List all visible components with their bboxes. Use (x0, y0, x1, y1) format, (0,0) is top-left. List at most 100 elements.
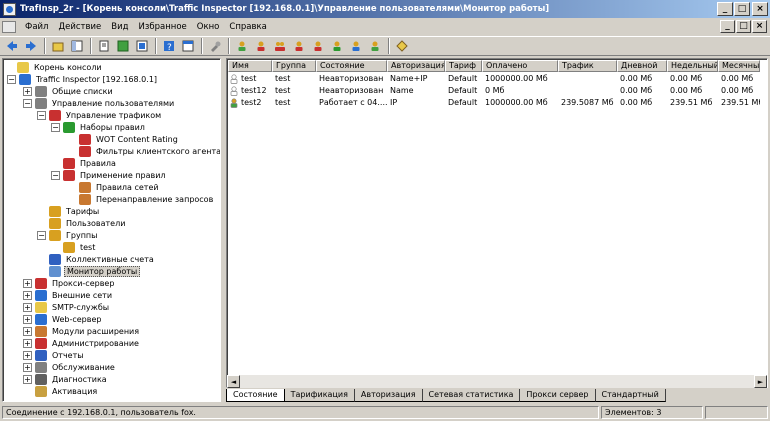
tools-icon[interactable] (206, 38, 223, 54)
collapse-icon[interactable]: − (51, 122, 60, 132)
tab-item[interactable]: Состояние (226, 389, 285, 402)
tab-item[interactable]: Прокси сервер (520, 389, 596, 402)
tree-item[interactable]: Правила (63, 157, 118, 169)
tree-item[interactable]: Правила сетей (79, 181, 161, 193)
menu-file[interactable]: Файл (20, 22, 53, 32)
column-header[interactable]: Авторизация (387, 60, 445, 72)
tree-item[interactable]: Пользователи (49, 217, 127, 229)
menu-view[interactable]: Вид (106, 22, 133, 32)
user-remove-icon[interactable] (309, 38, 326, 54)
scroll-right-icon[interactable]: ► (754, 375, 767, 388)
up-folder-icon[interactable] (49, 38, 66, 54)
close-button[interactable]: × (752, 2, 768, 16)
expand-icon[interactable]: + (23, 326, 32, 336)
user-stats-icon[interactable] (366, 38, 383, 54)
table-row[interactable]: test12 test Неавторизован Name Default 0 Мб 0.… (228, 85, 760, 97)
column-header[interactable]: Трафик (558, 60, 617, 72)
expand-icon[interactable]: + (23, 338, 32, 348)
expand-icon[interactable]: + (23, 86, 32, 96)
tree-item[interactable]: − Управление трафиком (37, 109, 163, 121)
tree-item[interactable]: + Обслуживание (23, 361, 117, 373)
tree-item[interactable]: + Администрирование (23, 337, 141, 349)
mdi-close-button[interactable]: × (752, 20, 767, 33)
expand-icon[interactable]: + (23, 362, 32, 372)
mdi-restore-button[interactable]: □ (736, 20, 751, 33)
horizontal-scrollbar[interactable]: ◄ ► (227, 375, 767, 388)
collapse-icon[interactable]: − (7, 74, 16, 84)
menu-favorites[interactable]: Избранное (134, 22, 192, 32)
tree-item[interactable]: + Внешние сети (23, 289, 114, 301)
tab-item[interactable]: Авторизация (354, 389, 423, 402)
user-key-icon[interactable] (328, 38, 345, 54)
document-icon[interactable] (2, 21, 16, 33)
menu-action[interactable]: Действие (53, 22, 106, 32)
scroll-left-icon[interactable]: ◄ (227, 375, 240, 388)
expand-icon[interactable]: + (23, 302, 32, 312)
tree-item[interactable]: − Применение правил (51, 169, 168, 181)
column-header[interactable]: Группа (272, 60, 316, 72)
properties-icon[interactable] (95, 38, 112, 54)
expand-icon[interactable]: + (23, 278, 32, 288)
tree-item[interactable]: Монитор работы (49, 265, 141, 277)
export-list-icon[interactable] (133, 38, 150, 54)
back-arrow-icon[interactable] (3, 38, 20, 54)
tree-item[interactable]: + Общие списки (23, 85, 115, 97)
collapse-icon[interactable]: − (37, 110, 46, 120)
tree-item[interactable]: − Управление пользователями (23, 97, 176, 109)
column-header[interactable]: Тариф (445, 60, 482, 72)
user-monitor-icon[interactable] (347, 38, 364, 54)
help-icon[interactable]: ? (160, 38, 177, 54)
tab-item[interactable]: Сетевая статистика (422, 389, 521, 402)
console-tree-icon[interactable] (68, 38, 85, 54)
menu-window[interactable]: Окно (192, 22, 225, 32)
refresh-icon[interactable] (114, 38, 131, 54)
table-row[interactable]: test2 test Работает с 04.... IP Default 10000… (228, 97, 760, 109)
tree-item[interactable]: + Web-сервер (23, 313, 103, 325)
tab-item[interactable]: Тарификация (284, 389, 355, 402)
user-edit-icon[interactable] (252, 38, 269, 54)
table-row[interactable]: test test Неавторизован Name+IP Default 10000… (228, 73, 760, 85)
tree-item[interactable]: Корень консоли (17, 61, 104, 73)
tree-item[interactable]: + Отчеты (23, 349, 86, 361)
expand-icon[interactable]: + (23, 374, 32, 384)
tree-item[interactable]: + Диагностика (23, 373, 109, 385)
tree-item[interactable]: + SMTP-службы (23, 301, 111, 313)
tree-item-label: Пользователи (66, 218, 126, 228)
tree-item[interactable]: + Прокси-сервер (23, 277, 116, 289)
expand-icon[interactable]: + (23, 314, 32, 324)
expand-icon[interactable]: + (23, 290, 32, 300)
menu-help[interactable]: Справка (224, 22, 271, 32)
column-header[interactable]: Оплачено (482, 60, 558, 72)
user-group-icon[interactable] (271, 38, 288, 54)
column-header[interactable]: Имя (228, 60, 272, 72)
minimize-button[interactable]: _ (717, 2, 733, 16)
tree-item[interactable]: Коллективные счета (49, 253, 156, 265)
settings-icon[interactable] (393, 38, 410, 54)
view-icon[interactable] (179, 38, 196, 54)
column-header[interactable]: Недельный (667, 60, 718, 72)
column-header[interactable]: Дневной (617, 60, 667, 72)
tree-item[interactable]: WOT Content Rating (79, 133, 180, 145)
expand-icon[interactable]: + (23, 350, 32, 360)
tree-item[interactable]: test (63, 241, 97, 253)
forward-arrow-icon[interactable] (22, 38, 39, 54)
user-add-icon[interactable] (233, 38, 250, 54)
collapse-icon[interactable]: − (23, 98, 32, 108)
tree-item[interactable]: − Traffic Inspector [192.168.0.1] (7, 73, 159, 85)
tree-item[interactable]: Активация (35, 385, 99, 397)
column-header[interactable]: Состояние (316, 60, 387, 72)
tree-item[interactable]: + Модули расширения (23, 325, 141, 337)
tab-item[interactable]: Стандартный (595, 389, 666, 402)
column-header[interactable]: Месячный (718, 60, 760, 72)
tree-item-label: Перенаправление запросов (96, 194, 214, 204)
mdi-minimize-button[interactable]: _ (720, 20, 735, 33)
tree-item[interactable]: Тарифы (49, 205, 101, 217)
tree-item[interactable]: Фильтры клиентского агента (79, 145, 220, 157)
tree-item[interactable]: Перенаправление запросов (79, 193, 215, 205)
tree-item[interactable]: − Группы (37, 229, 99, 241)
collapse-icon[interactable]: − (37, 230, 46, 240)
tree-item[interactable]: − Наборы правил (51, 121, 147, 133)
collapse-icon[interactable]: − (51, 170, 60, 180)
user-lock-icon[interactable] (290, 38, 307, 54)
maximize-button[interactable]: □ (734, 2, 750, 16)
